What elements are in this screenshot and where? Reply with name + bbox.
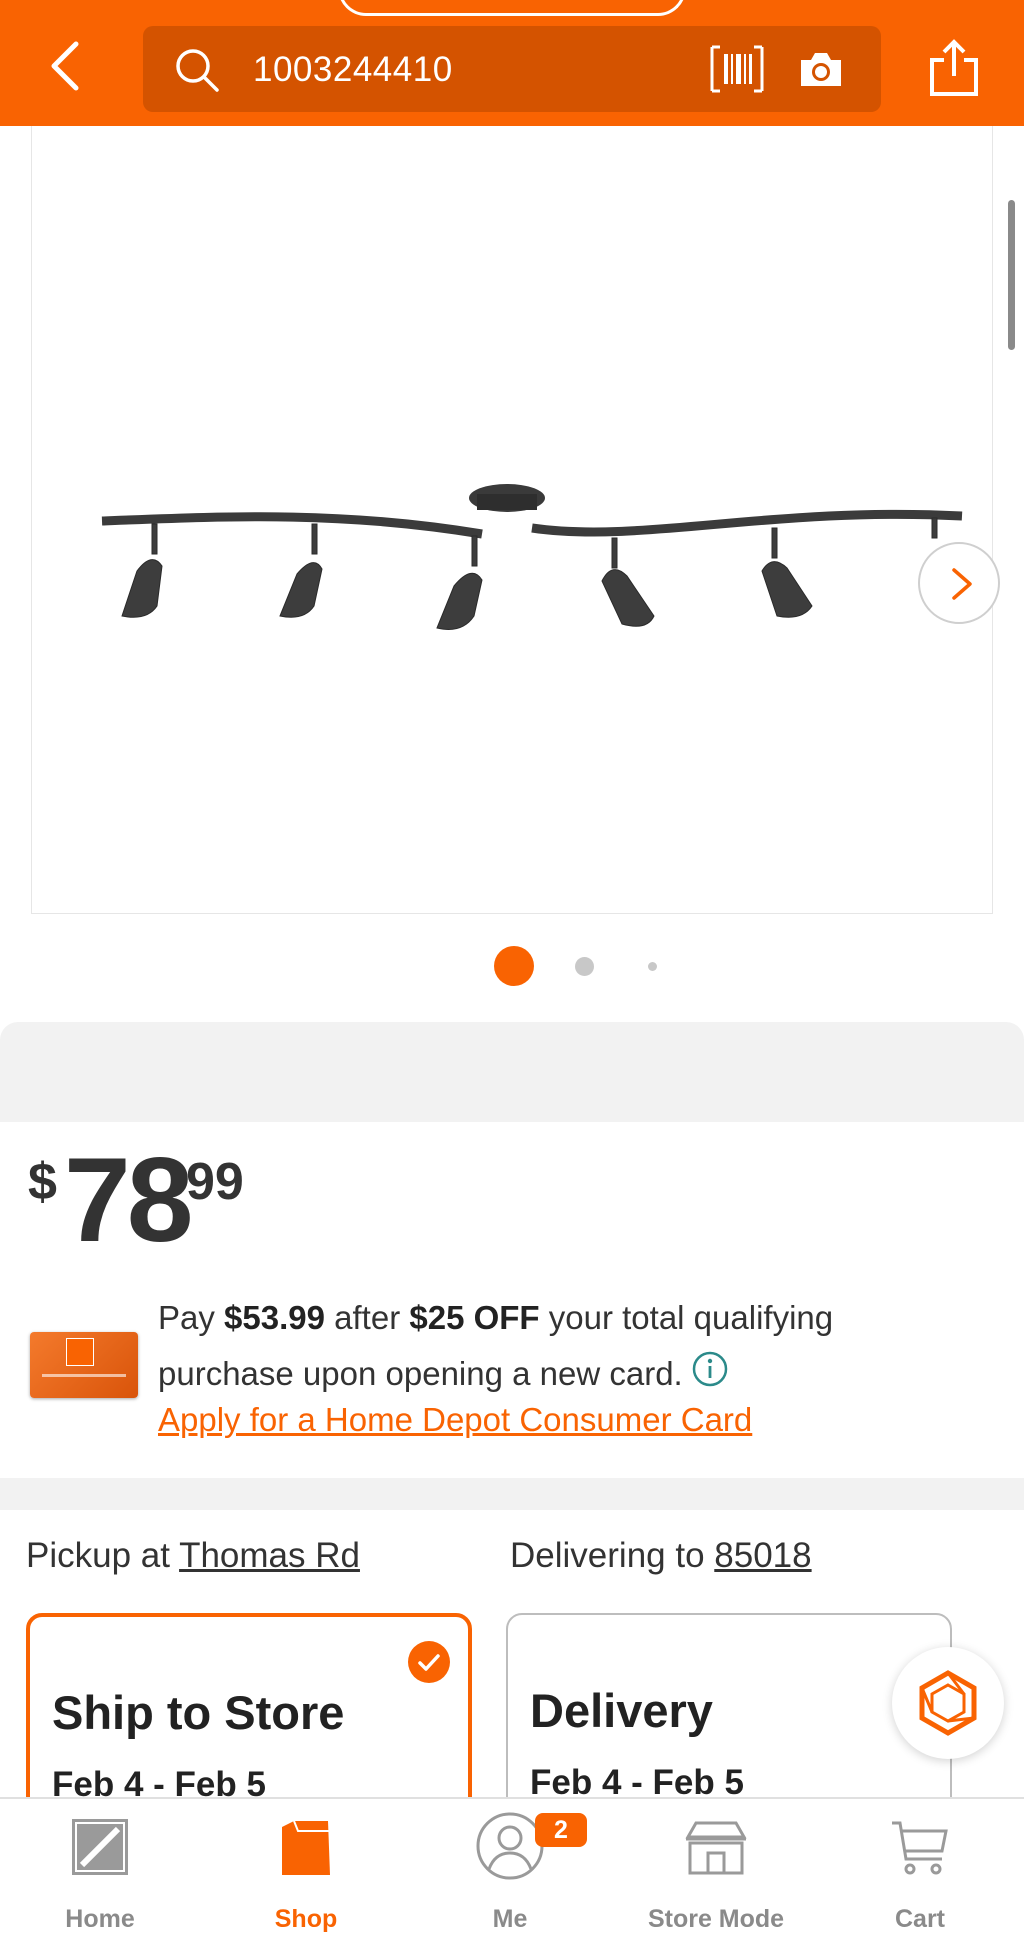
barcode-icon[interactable] (709, 44, 765, 94)
pickup-store-link[interactable]: Thomas Rd (179, 1536, 360, 1575)
section-divider (0, 1478, 1024, 1510)
price-dollars: 78 (64, 1133, 193, 1267)
next-image-button[interactable] (918, 542, 1000, 624)
nav-store-mode[interactable]: Store Mode (626, 1799, 806, 1953)
store-icon (685, 1821, 747, 1875)
camera-icon[interactable] (797, 48, 845, 90)
info-icon[interactable] (691, 1350, 729, 1388)
home-depot-logo-icon (66, 1338, 94, 1366)
fulfillment-title: Ship to Store (52, 1686, 345, 1739)
chevron-right-icon (952, 568, 972, 600)
top-bar: 1003244410 (0, 0, 1024, 126)
home-depot-logo-icon (72, 1819, 128, 1875)
credit-card-image (30, 1332, 138, 1398)
cart-icon (892, 1821, 948, 1875)
nav-label: Shop (274, 1905, 338, 1933)
check-icon (408, 1641, 450, 1683)
share-icon (930, 39, 978, 96)
scrollbar[interactable] (1008, 200, 1015, 350)
chat-assistant-button[interactable] (892, 1647, 1004, 1759)
carousel-dot[interactable] (648, 962, 657, 971)
product-image (101, 484, 963, 630)
nav-label: Cart (894, 1905, 945, 1933)
top-notch (338, 0, 686, 16)
back-icon (51, 41, 79, 91)
nav-cart[interactable]: Cart (830, 1799, 1010, 1953)
search-icon (176, 49, 219, 92)
nav-label: Me (492, 1905, 528, 1933)
search-input[interactable]: 1003244410 (253, 50, 453, 90)
product-image-gallery[interactable] (31, 126, 1000, 914)
card-offer-text: Pay $53.99 after $25 OFF your total qual… (158, 1299, 834, 1392)
share-button[interactable] (926, 36, 982, 100)
shop-bag-icon (282, 1820, 330, 1875)
delivery-zip-link[interactable]: 85018 (714, 1536, 811, 1575)
price-cents: 99 (186, 1153, 244, 1211)
nav-shop[interactable]: Shop (216, 1799, 396, 1953)
fulfillment-title: Delivery (530, 1684, 713, 1737)
delivery-location: Delivering to 85018 (510, 1536, 812, 1575)
notification-badge: 2 (535, 1813, 587, 1847)
carousel-dot-active[interactable] (494, 946, 534, 986)
search-bar[interactable]: 1003244410 (143, 26, 881, 112)
product-page: 1003244410 $ 78 99 Pay $53.99 after $25 … (0, 0, 1024, 1953)
bottom-navigation: Home Shop Me 2 Store Mode Cart (0, 1797, 1024, 1953)
nav-home[interactable]: Home (10, 1799, 190, 1953)
carousel-pagination (0, 946, 1024, 986)
price-currency: $ (28, 1153, 57, 1211)
carousel-dot[interactable] (575, 957, 594, 976)
assistant-hexagon-icon (919, 1670, 977, 1736)
back-button[interactable] (40, 36, 96, 96)
apply-card-link[interactable]: Apply for a Home Depot Consumer Card (158, 1401, 752, 1439)
section-divider (0, 1022, 1024, 1122)
pickup-location: Pickup at Thomas Rd (26, 1536, 360, 1575)
nav-label: Home (65, 1905, 135, 1933)
nav-label: Store Mode (647, 1905, 785, 1933)
